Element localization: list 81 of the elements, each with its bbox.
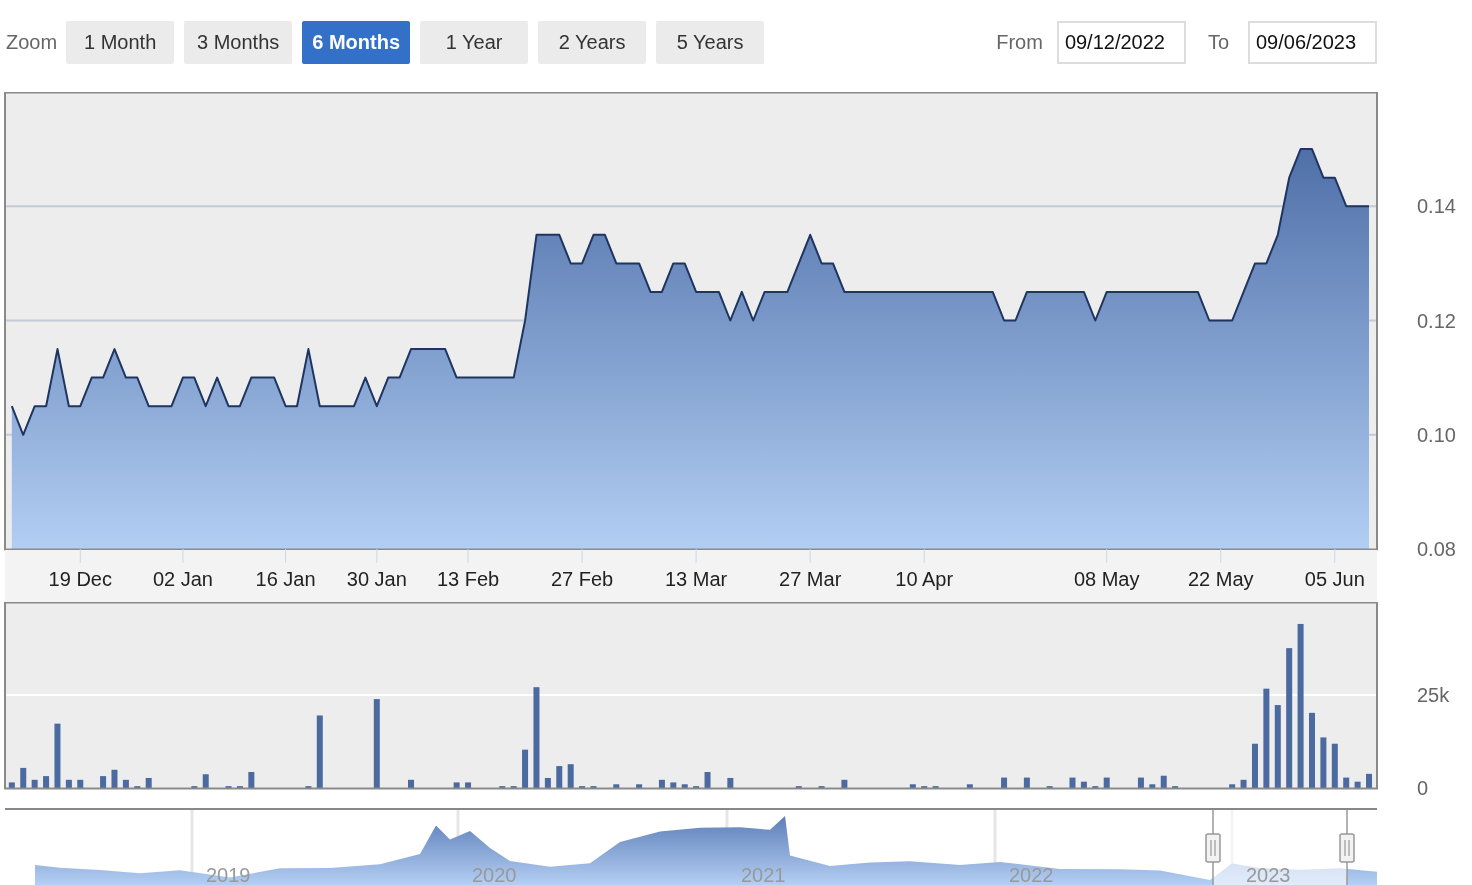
- range-button[interactable]: 3 Months: [184, 20, 293, 64]
- volume-bar: [1331, 743, 1338, 788]
- volume-bar: [202, 774, 209, 788]
- volume-bar: [465, 782, 472, 788]
- volume-bar: [122, 779, 129, 788]
- volume-bar: [1137, 777, 1144, 788]
- year-label: 2020: [472, 864, 517, 885]
- volume-bar: [966, 784, 973, 788]
- range-button[interactable]: 1 Year: [420, 20, 529, 64]
- axis-label: 05 Jun: [1304, 568, 1365, 590]
- axis-label: 22 May: [1187, 568, 1254, 590]
- year-label: 2023: [1246, 864, 1291, 885]
- volume-bar: [522, 749, 529, 788]
- volume-bar: [1149, 784, 1156, 788]
- axis-label: 0.14: [1417, 195, 1456, 218]
- axis-label: 0.10: [1417, 423, 1456, 446]
- volume-bar: [77, 779, 84, 788]
- axis-label: 27 Mar: [779, 568, 842, 590]
- volume-bar: [20, 767, 27, 788]
- axis-label: 0.08: [1417, 538, 1456, 560]
- volume-bar: [100, 776, 107, 788]
- axis-label: 30 Jan: [346, 568, 407, 590]
- volume-bar: [1080, 781, 1087, 788]
- volume-bar: [556, 766, 563, 788]
- volume-bar: [1320, 737, 1327, 788]
- volume-bar: [1069, 777, 1076, 788]
- volume-bar: [111, 769, 118, 788]
- axis-label: 13 Mar: [665, 568, 728, 590]
- year-label: 2022: [1009, 864, 1054, 885]
- volume-bar: [704, 772, 711, 788]
- handle-icon[interactable]: [1205, 833, 1221, 863]
- volume-bar: [727, 777, 734, 788]
- volume-bar: [54, 723, 61, 788]
- volume-bar: [1240, 779, 1247, 788]
- volume-bar: [1023, 777, 1030, 788]
- date-field[interactable]: 09/06/2023: [1248, 20, 1377, 64]
- axis-label: 25k: [1417, 684, 1450, 706]
- volume-bar: [1251, 743, 1258, 788]
- axis-label: 08 May: [1073, 568, 1140, 590]
- volume-bar: [544, 777, 551, 788]
- volume-bar: [1229, 784, 1236, 788]
- handle-icon[interactable]: [1339, 833, 1355, 863]
- range-button[interactable]: 6 Months: [302, 20, 411, 64]
- volume-bar: [1160, 775, 1167, 788]
- volume-bar: [841, 779, 848, 788]
- volume-bar: [567, 764, 574, 788]
- from-label: From: [996, 30, 1043, 54]
- volume-bar: [909, 784, 916, 788]
- range-button[interactable]: 2 Years: [538, 20, 647, 64]
- volume-bar: [408, 779, 414, 788]
- volume-bar: [453, 782, 460, 788]
- volume-bar: [1366, 773, 1372, 788]
- volume-bar: [636, 784, 643, 788]
- axis-label: 13 Feb: [436, 568, 500, 590]
- axis-label: 16 Jan: [255, 568, 316, 590]
- volume-bar: [670, 782, 677, 788]
- year-label: 2021: [741, 864, 786, 885]
- volume-bar: [1354, 781, 1361, 788]
- volume-bar: [613, 784, 620, 788]
- volume-bar: [8, 782, 15, 788]
- axis-label: 0: [1417, 777, 1429, 798]
- range-button[interactable]: 5 Years: [656, 20, 765, 64]
- axis-label: 02 Jan: [152, 568, 213, 590]
- volume-bar: [65, 779, 72, 788]
- axis-label: 0.12: [1417, 309, 1456, 332]
- to-label: To: [1207, 30, 1229, 54]
- volume-bar: [31, 779, 38, 788]
- date-field[interactable]: 09/12/2022: [1056, 20, 1186, 64]
- volume-bar: [1001, 777, 1008, 788]
- volume-bar: [145, 777, 152, 788]
- volume-bar: [658, 779, 665, 788]
- axis-label: 19 Dec: [48, 568, 112, 590]
- volume-bar: [1343, 777, 1350, 788]
- axis-label: 27 Feb: [550, 568, 614, 590]
- volume-bar: [43, 776, 50, 788]
- range-button[interactable]: 1 Month: [66, 20, 175, 64]
- volume-bar: [248, 772, 255, 788]
- axis-label: 10 Apr: [895, 568, 954, 590]
- volume-bar: [681, 784, 688, 788]
- volume-bar: [1103, 777, 1110, 788]
- zoom-label: Zoom: [6, 30, 58, 54]
